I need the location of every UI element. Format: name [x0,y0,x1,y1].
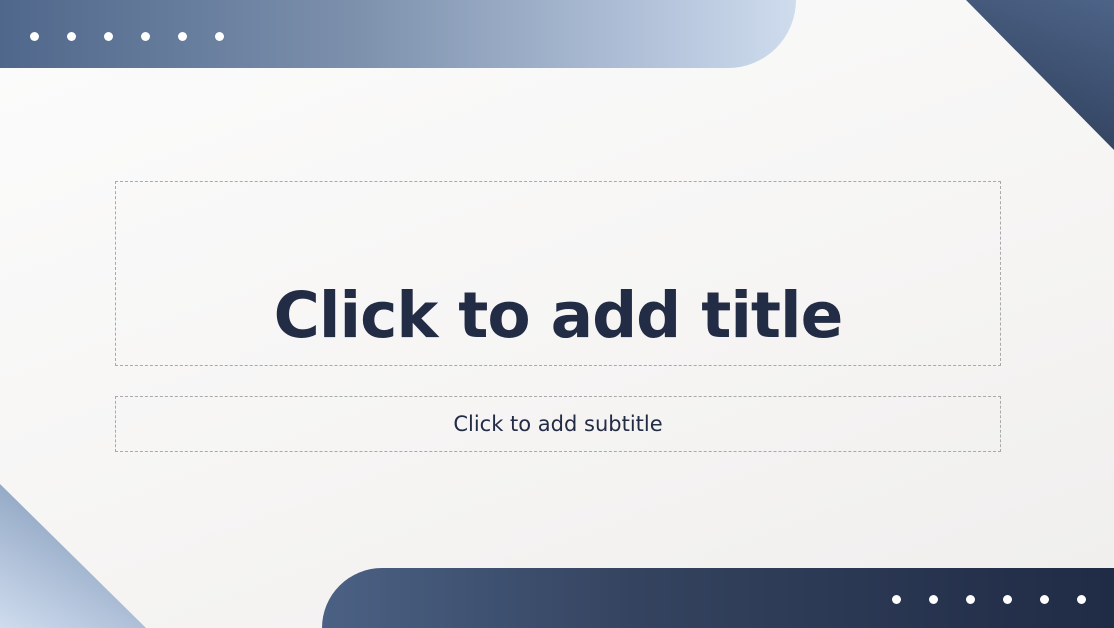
dot-icon [215,32,224,41]
dot-icon [178,32,187,41]
slide-canvas: Click to add title Click to add subtitle [0,0,1114,628]
top-right-decorative-triangle [966,0,1114,150]
dot-icon [67,32,76,41]
bottom-dot-row [892,595,1086,604]
title-placeholder-text: Click to add title [273,279,844,352]
dot-icon [966,595,975,604]
dot-icon [1077,595,1086,604]
dot-icon [1003,595,1012,604]
subtitle-placeholder[interactable]: Click to add subtitle [115,396,1001,452]
subtitle-placeholder-text: Click to add subtitle [453,411,663,436]
bottom-left-decorative-triangle [0,484,146,628]
top-dot-row [30,32,224,41]
dot-icon [104,32,113,41]
dot-icon [929,595,938,604]
dot-icon [141,32,150,41]
dot-icon [1040,595,1049,604]
dot-icon [892,595,901,604]
title-placeholder[interactable]: Click to add title [115,181,1001,366]
dot-icon [30,32,39,41]
